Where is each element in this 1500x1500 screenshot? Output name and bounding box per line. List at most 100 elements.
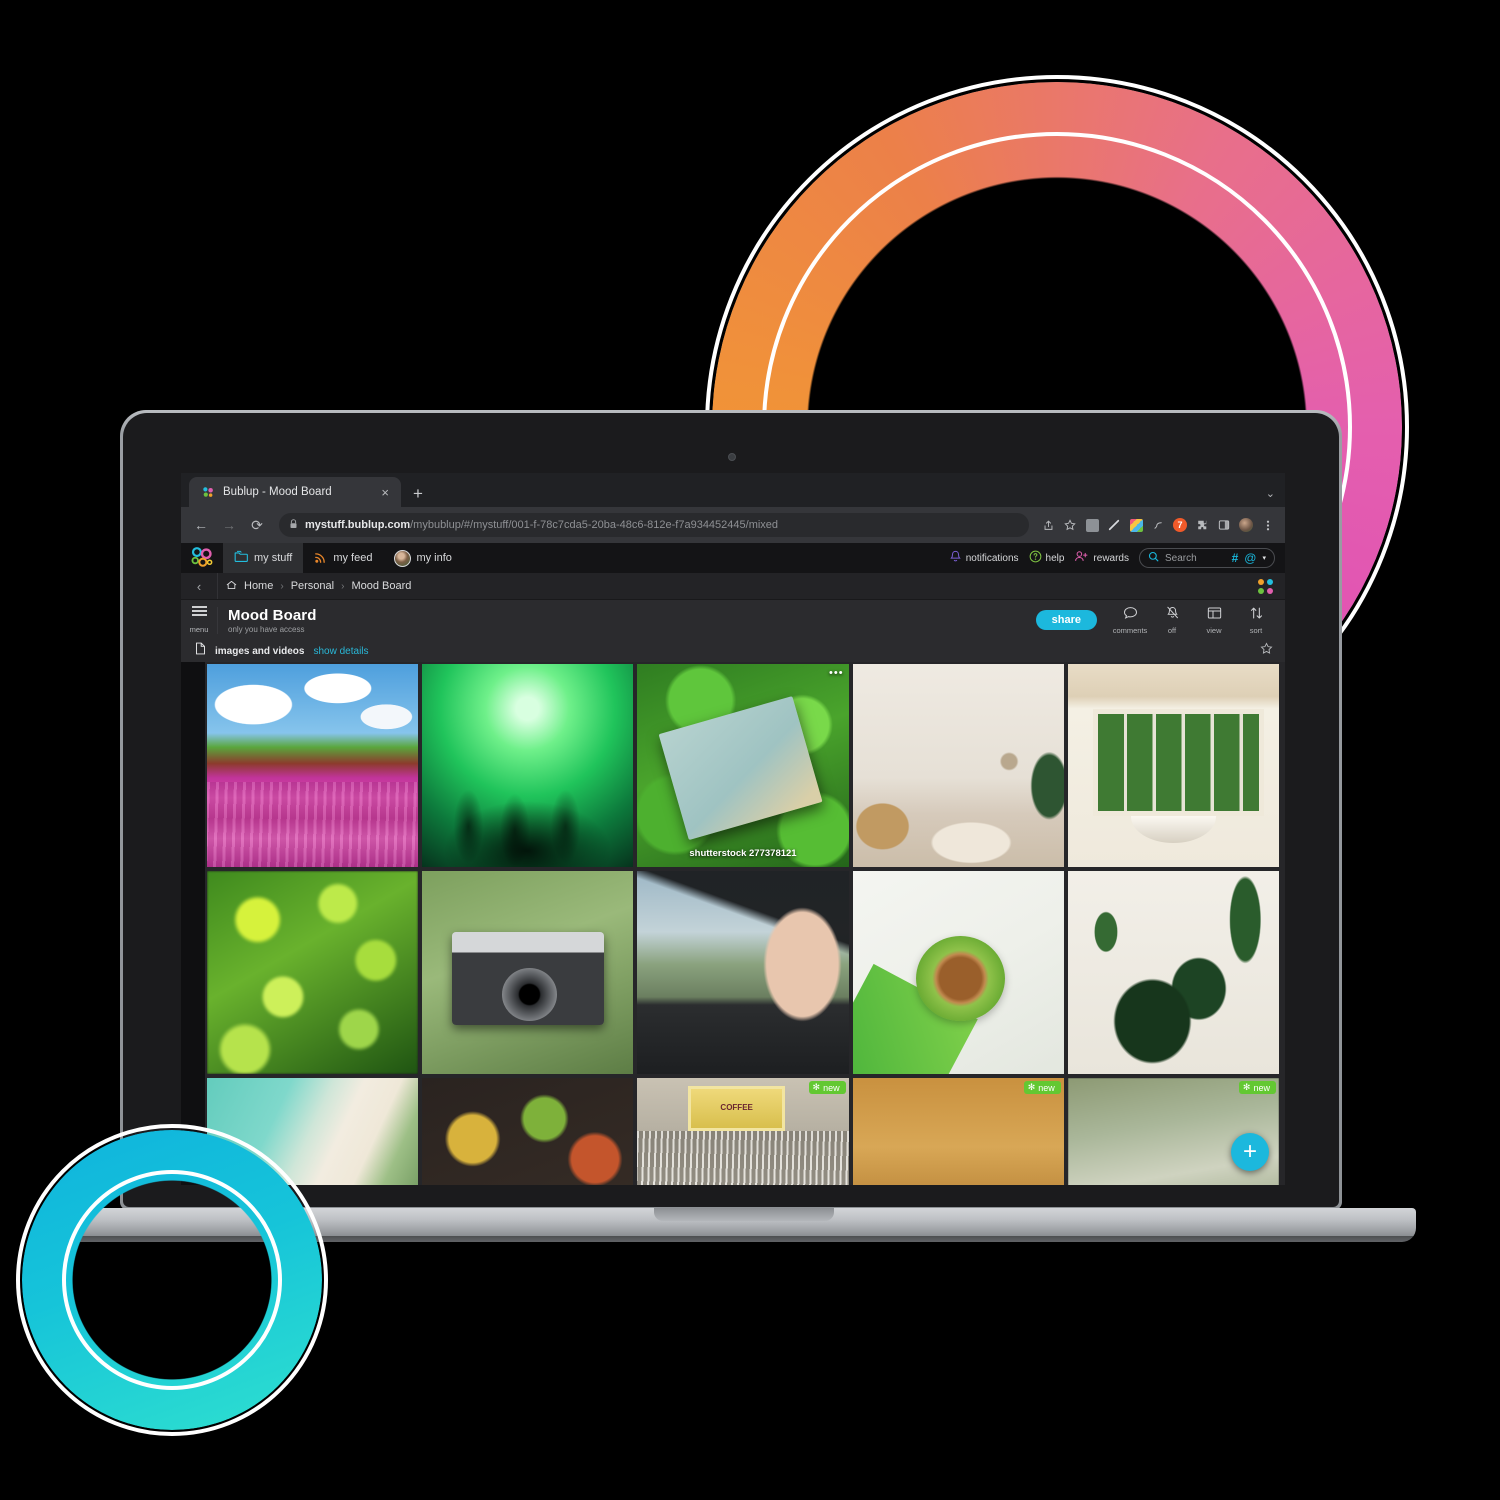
star-outline-icon[interactable] xyxy=(1260,642,1273,658)
kebab-menu-icon[interactable] xyxy=(1259,516,1277,534)
grid-item[interactable]: ••• shutterstock 277378121 xyxy=(637,664,849,867)
bowls-of-food-flatlay xyxy=(422,1078,634,1185)
image-grid: ••• shutterstock 277378121 COFFEE ✻ new ✻ new ✻… xyxy=(205,662,1285,1185)
reload-button[interactable]: ⟳ xyxy=(245,513,269,537)
sort-button[interactable]: sort xyxy=(1235,606,1277,635)
grid-item[interactable] xyxy=(852,664,1064,867)
nav-tab-my-info[interactable]: my info xyxy=(383,543,462,573)
laptop-screen: Bublup - Mood Board × + ⌄ ← → ⟳ mystuff.… xyxy=(181,473,1285,1185)
grid-item[interactable] xyxy=(422,664,634,867)
breadcrumb-bar: ‹ Home › Personal › Mood Board xyxy=(181,573,1285,600)
access-subtitle: only you have access xyxy=(228,624,305,634)
new-badge-label: new xyxy=(1038,1082,1055,1093)
nav-tab-label: my feed xyxy=(333,552,373,564)
breadcrumb-item-mood-board[interactable]: Mood Board xyxy=(351,580,411,592)
pen-extension-icon[interactable] xyxy=(1105,516,1123,534)
new-badge: ✻ new xyxy=(808,1081,846,1094)
user-plus-icon xyxy=(1074,550,1089,566)
nav-tab-my-feed[interactable]: my feed xyxy=(303,543,383,573)
item-menu-icon[interactable]: ••• xyxy=(829,668,844,679)
notifications-off-button[interactable]: off xyxy=(1151,606,1193,635)
grid-item[interactable] xyxy=(207,871,419,1074)
chevron-down-icon[interactable]: ▾ xyxy=(1262,554,1266,562)
rewards-button[interactable]: rewards xyxy=(1074,550,1129,566)
breadcrumb: Home › Personal › Mood Board xyxy=(217,573,411,599)
chevron-down-icon[interactable]: ⌄ xyxy=(1266,487,1275,500)
breadcrumb-item-personal[interactable]: Personal xyxy=(291,580,334,592)
feather-extension-icon[interactable] xyxy=(1149,516,1167,534)
sparkle-icon: ✻ xyxy=(1027,1082,1036,1092)
hashtag-icon[interactable]: # xyxy=(1232,551,1239,565)
new-tab-button[interactable]: + xyxy=(413,485,423,502)
bublup-app: my stuff my feed my info notifications h… xyxy=(181,543,1285,1185)
breadcrumb-back-button[interactable]: ‹ xyxy=(181,579,217,594)
bell-slash-icon xyxy=(1165,606,1180,624)
orange-extension-icon[interactable]: 7 xyxy=(1171,516,1189,534)
breadcrumb-separator: › xyxy=(280,580,284,592)
bublup-logo[interactable] xyxy=(181,543,223,573)
windmills-tulip-field xyxy=(207,664,419,867)
grid-item[interactable] xyxy=(1067,871,1279,1074)
filter-bar: images and videos show details xyxy=(181,640,1285,662)
close-icon[interactable]: × xyxy=(379,486,391,499)
view-button[interactable]: view xyxy=(1193,606,1235,635)
grid-item[interactable] xyxy=(422,871,634,1074)
layout-icon xyxy=(1207,607,1222,624)
hand-holding-camera xyxy=(422,871,634,1074)
camera-lens xyxy=(502,968,558,1022)
back-button[interactable]: ← xyxy=(189,513,213,537)
nav-tab-my-stuff[interactable]: my stuff xyxy=(223,543,304,573)
rewards-label: rewards xyxy=(1093,552,1129,564)
share-button[interactable]: share xyxy=(1035,610,1097,630)
grid-item[interactable] xyxy=(637,871,849,1074)
add-button[interactable]: + xyxy=(1231,1133,1269,1171)
grid-item[interactable] xyxy=(207,664,419,867)
sidepanel-icon[interactable] xyxy=(1215,516,1233,534)
grid-item[interactable]: COFFEE ✻ new xyxy=(637,1078,849,1185)
address-bar-url: mystuff.bublup.com/mybublup/#/mystuff/00… xyxy=(305,519,778,531)
menu-label: menu xyxy=(189,624,209,634)
laptop-bezel: Bublup - Mood Board × + ⌄ ← → ⟳ mystuff.… xyxy=(123,413,1339,1207)
reader-extension-icon[interactable] xyxy=(1083,516,1101,534)
houseplants-on-wall xyxy=(1067,871,1279,1074)
coffee-cup-desk-flatlay xyxy=(852,871,1064,1074)
bookmark-star-icon[interactable] xyxy=(1061,516,1079,534)
puzzle-extension-icon[interactable] xyxy=(1193,516,1211,534)
show-details-link[interactable]: show details xyxy=(313,646,368,657)
folder-toolbar: share comments off view sort xyxy=(1035,606,1285,635)
url-path: /mybublup/#/mystuff/001-f-78c7cda5-20ba-… xyxy=(410,519,779,531)
bathroom-with-window xyxy=(1067,664,1279,867)
breadcrumb-item-home[interactable]: Home xyxy=(244,580,273,592)
browser-toolbar: ← → ⟳ mystuff.bublup.com/mybublup/#/myst… xyxy=(181,507,1285,543)
grid-item[interactable] xyxy=(422,1078,634,1185)
address-bar[interactable]: mystuff.bublup.com/mybublup/#/mystuff/00… xyxy=(279,513,1029,537)
grid-item[interactable] xyxy=(1067,664,1279,867)
colorgrid-extension-icon[interactable] xyxy=(1127,516,1145,534)
folder-title-group: Mood Board only you have access xyxy=(217,606,317,634)
green-party-crowd xyxy=(422,664,634,867)
comments-button[interactable]: comments xyxy=(1109,606,1151,635)
menu-button[interactable]: menu xyxy=(181,603,217,636)
lock-icon xyxy=(289,519,298,531)
browser-tab[interactable]: Bublup - Mood Board × xyxy=(189,477,401,507)
help-button[interactable]: help xyxy=(1029,550,1064,566)
share-icon[interactable] xyxy=(1039,516,1057,534)
search-input[interactable]: Search # @ ▾ xyxy=(1139,548,1275,568)
vintage-book-in-grass xyxy=(637,664,849,867)
profile-avatar[interactable] xyxy=(1237,516,1255,534)
question-circle-icon xyxy=(1029,550,1042,566)
new-badge-label: new xyxy=(1253,1082,1270,1093)
bath-basin xyxy=(1131,816,1216,843)
color-dots-grid-icon[interactable] xyxy=(1258,579,1273,594)
grid-item[interactable]: ✻ new xyxy=(852,1078,1064,1185)
notifications-button[interactable]: notifications xyxy=(949,550,1019,567)
new-badge: ✻ new xyxy=(1023,1081,1061,1094)
grid-item[interactable] xyxy=(852,871,1064,1074)
comments-label: comments xyxy=(1112,625,1148,635)
home-icon[interactable] xyxy=(226,580,237,593)
browser-tabstrip: Bublup - Mood Board × + ⌄ xyxy=(181,473,1285,507)
left-rail xyxy=(181,662,205,1185)
forward-button[interactable]: → xyxy=(217,513,241,537)
search-icon xyxy=(1148,549,1159,567)
at-icon[interactable]: @ xyxy=(1244,551,1256,565)
